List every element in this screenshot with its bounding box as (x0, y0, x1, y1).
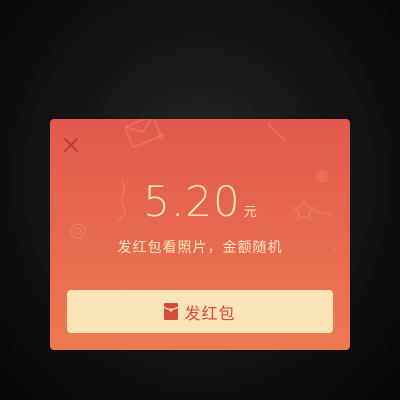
send-button-label: 发红包 (184, 303, 236, 323)
amount-display: 5.20 元 (50, 177, 350, 226)
close-button[interactable] (62, 136, 80, 154)
red-packet-modal: 5.20 元 发红包看照片，金额随机 发红包 (50, 119, 350, 350)
subtitle-text: 发红包看照片，金额随机 (117, 240, 283, 256)
close-icon (64, 138, 78, 152)
red-envelope-icon (164, 303, 179, 320)
amount-value: 5.20 (143, 177, 241, 226)
amount-unit: 元 (243, 205, 257, 220)
send-red-packet-button[interactable]: 发红包 (67, 290, 333, 333)
